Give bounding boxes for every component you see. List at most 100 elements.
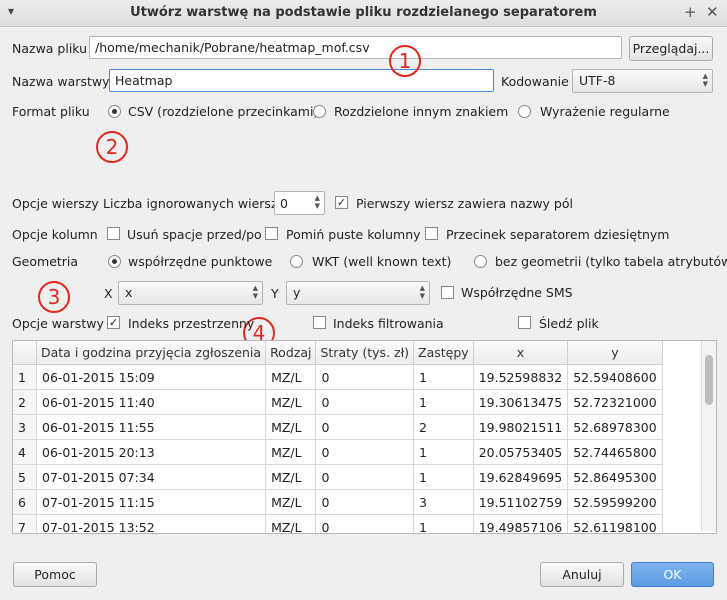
x-field-select[interactable]: x ▲ ▼ (118, 281, 263, 305)
row-options-label: Opcje wierszy (12, 196, 99, 211)
format-regex-label: Wyrażenie regularne (540, 104, 670, 119)
column-header[interactable]: Zastępy (413, 341, 474, 365)
y-field-select[interactable]: y ▲ ▼ (286, 281, 430, 305)
trim-fields-checkbox[interactable] (107, 227, 120, 240)
spin-arrows-icon[interactable]: ▲ ▼ (315, 194, 320, 210)
table-cell[interactable]: 0 (315, 364, 415, 390)
title-bar: ▾ Utwórz warstwę na podstawie pliku rozd… (0, 0, 727, 27)
close-icon[interactable]: ✕ (706, 3, 719, 21)
table-cell[interactable]: MZ/L (265, 389, 317, 415)
spatial-index-checkbox[interactable]: ✓ (107, 316, 120, 329)
table-cell[interactable]: 52.59599200 (567, 489, 663, 515)
table-row[interactable]: 6 07-01-2015 11:15 MZ/L 0 3 19.51102759 52.595… (13, 489, 663, 515)
table-cell[interactable]: 19.62849695 (473, 464, 569, 490)
table-cell[interactable]: MZ/L (265, 514, 317, 533)
table-cell[interactable]: 1 (413, 364, 474, 390)
table-cell[interactable]: MZ/L (265, 364, 317, 390)
table-cell[interactable]: 52.68978300 (567, 414, 663, 440)
decimal-comma-label: Przecinek separatorem dziesiętnym (446, 227, 670, 242)
table-cell[interactable]: 19.98021511 (473, 414, 569, 440)
table-cell[interactable]: 06-01-2015 20:13 (36, 439, 267, 465)
column-header[interactable]: y (567, 341, 663, 365)
row-number: 4 (13, 439, 37, 465)
table-cell[interactable]: 06-01-2015 11:40 (36, 389, 267, 415)
column-header[interactable]: Straty (tys. zł) (315, 341, 415, 365)
table-cell[interactable]: 07-01-2015 07:34 (36, 464, 267, 490)
table-cell[interactable]: 06-01-2015 11:55 (36, 414, 267, 440)
table-cell[interactable]: 07-01-2015 11:15 (36, 489, 267, 515)
encoding-label: Kodowanie (501, 74, 569, 89)
table-cell[interactable]: 52.72321000 (567, 389, 663, 415)
table-row[interactable]: 4 06-01-2015 20:13 MZ/L 0 1 20.05753405 52.744… (13, 439, 663, 465)
geometry-point-radio[interactable] (108, 255, 121, 268)
table-cell[interactable]: 07-01-2015 13:52 (36, 514, 267, 533)
table-cell[interactable]: 0 (315, 464, 415, 490)
format-custom-radio[interactable] (313, 105, 326, 118)
watch-file-checkbox[interactable] (518, 316, 531, 329)
table-row[interactable]: 7 07-01-2015 13:52 MZ/L 0 1 19.49857106 52.611… (13, 514, 663, 533)
table-cell[interactable]: 06-01-2015 15:09 (36, 364, 267, 390)
table-cell[interactable]: 0 (315, 389, 415, 415)
table-cell[interactable]: 0 (315, 439, 415, 465)
header-row-checkbox[interactable]: ✓ (335, 196, 348, 209)
table-cell[interactable]: 19.51102759 (473, 489, 569, 515)
table-cell[interactable]: 0 (315, 489, 415, 515)
skip-empty-checkbox[interactable] (265, 227, 278, 240)
skip-rows-value: 0 (280, 196, 288, 211)
scrollbar-thumb[interactable] (705, 355, 713, 405)
table-cell[interactable]: MZ/L (265, 414, 317, 440)
geometry-wkt-radio[interactable] (290, 255, 303, 268)
table-row[interactable]: 1 06-01-2015 15:09 MZ/L 0 1 19.52598832 52.594… (13, 364, 663, 390)
layer-name-input[interactable]: Heatmap (109, 69, 494, 92)
table-vertical-scrollbar[interactable] (701, 341, 716, 531)
table-cell[interactable]: 19.30613475 (473, 389, 569, 415)
help-button[interactable]: Pomoc (13, 562, 97, 587)
table-cell[interactable]: 1 (413, 464, 474, 490)
encoding-select[interactable]: UTF-8 ▲ ▼ (572, 69, 713, 93)
table-cell[interactable]: 52.61198100 (567, 514, 663, 533)
sample-data-table[interactable]: Data i godzina przyjęcia zgłoszenia Rodz… (12, 340, 717, 534)
table-cell[interactable]: 19.52598832 (473, 364, 569, 390)
skip-rows-spinbox[interactable]: 0 ▲ ▼ (274, 191, 325, 215)
table-cell[interactable]: 52.86495300 (567, 464, 663, 490)
table-cell[interactable]: 3 (413, 489, 474, 515)
table-header-row: Data i godzina przyjęcia zgłoszenia Rodz… (13, 341, 663, 365)
layer-name-label: Nazwa warstwy (12, 74, 110, 89)
trim-fields-label: Usuń spacje przed/po (127, 227, 262, 242)
table-cell[interactable]: 0 (315, 414, 415, 440)
table-cell[interactable]: MZ/L (265, 439, 317, 465)
table-cell[interactable]: 1 (413, 389, 474, 415)
x-field-label: X (104, 286, 113, 301)
table-cell[interactable]: 2 (413, 414, 474, 440)
geometry-point-label: współrzędne punktowe (128, 254, 273, 269)
column-header[interactable]: Rodzaj (265, 341, 317, 365)
column-header[interactable]: x (473, 341, 569, 365)
table-cell[interactable]: 19.49857106 (473, 514, 569, 533)
table-row[interactable]: 2 06-01-2015 11:40 MZ/L 0 1 19.30613475 52.723… (13, 389, 663, 415)
ok-button[interactable]: OK (631, 562, 714, 587)
format-regex-radio[interactable] (518, 105, 531, 118)
column-header[interactable]: Data i godzina przyjęcia zgłoszenia (36, 341, 267, 365)
filter-index-label: Indeks filtrowania (333, 316, 444, 331)
maximize-icon[interactable]: + (684, 3, 697, 21)
decimal-comma-checkbox[interactable] (425, 227, 438, 240)
file-path-input[interactable]: /home/mechanik/Pobrane/heatmap_mof.csv (89, 36, 622, 59)
format-csv-radio[interactable] (108, 105, 121, 118)
geometry-none-radio[interactable] (474, 255, 487, 268)
table-cell[interactable]: 52.74465800 (567, 439, 663, 465)
table-cell[interactable]: 1 (413, 514, 474, 533)
annotation-badge-3: 3 (38, 281, 70, 313)
filter-index-checkbox[interactable] (313, 316, 326, 329)
table-cell[interactable]: 52.59408600 (567, 364, 663, 390)
table-cell[interactable]: 20.05753405 (473, 439, 569, 465)
cancel-button[interactable]: Anuluj (540, 562, 624, 587)
table-cell[interactable]: MZ/L (265, 464, 317, 490)
table-row[interactable]: 5 07-01-2015 07:34 MZ/L 0 1 19.62849695 52.864… (13, 464, 663, 490)
table-cell[interactable]: MZ/L (265, 489, 317, 515)
watch-file-label: Śledź plik (539, 316, 599, 331)
browse-button[interactable]: Przeglądaj... (629, 36, 713, 61)
dms-checkbox[interactable] (441, 286, 454, 299)
table-row[interactable]: 3 06-01-2015 11:55 MZ/L 0 2 19.98021511 52.689… (13, 414, 663, 440)
table-cell[interactable]: 1 (413, 439, 474, 465)
table-cell[interactable]: 0 (315, 514, 415, 533)
